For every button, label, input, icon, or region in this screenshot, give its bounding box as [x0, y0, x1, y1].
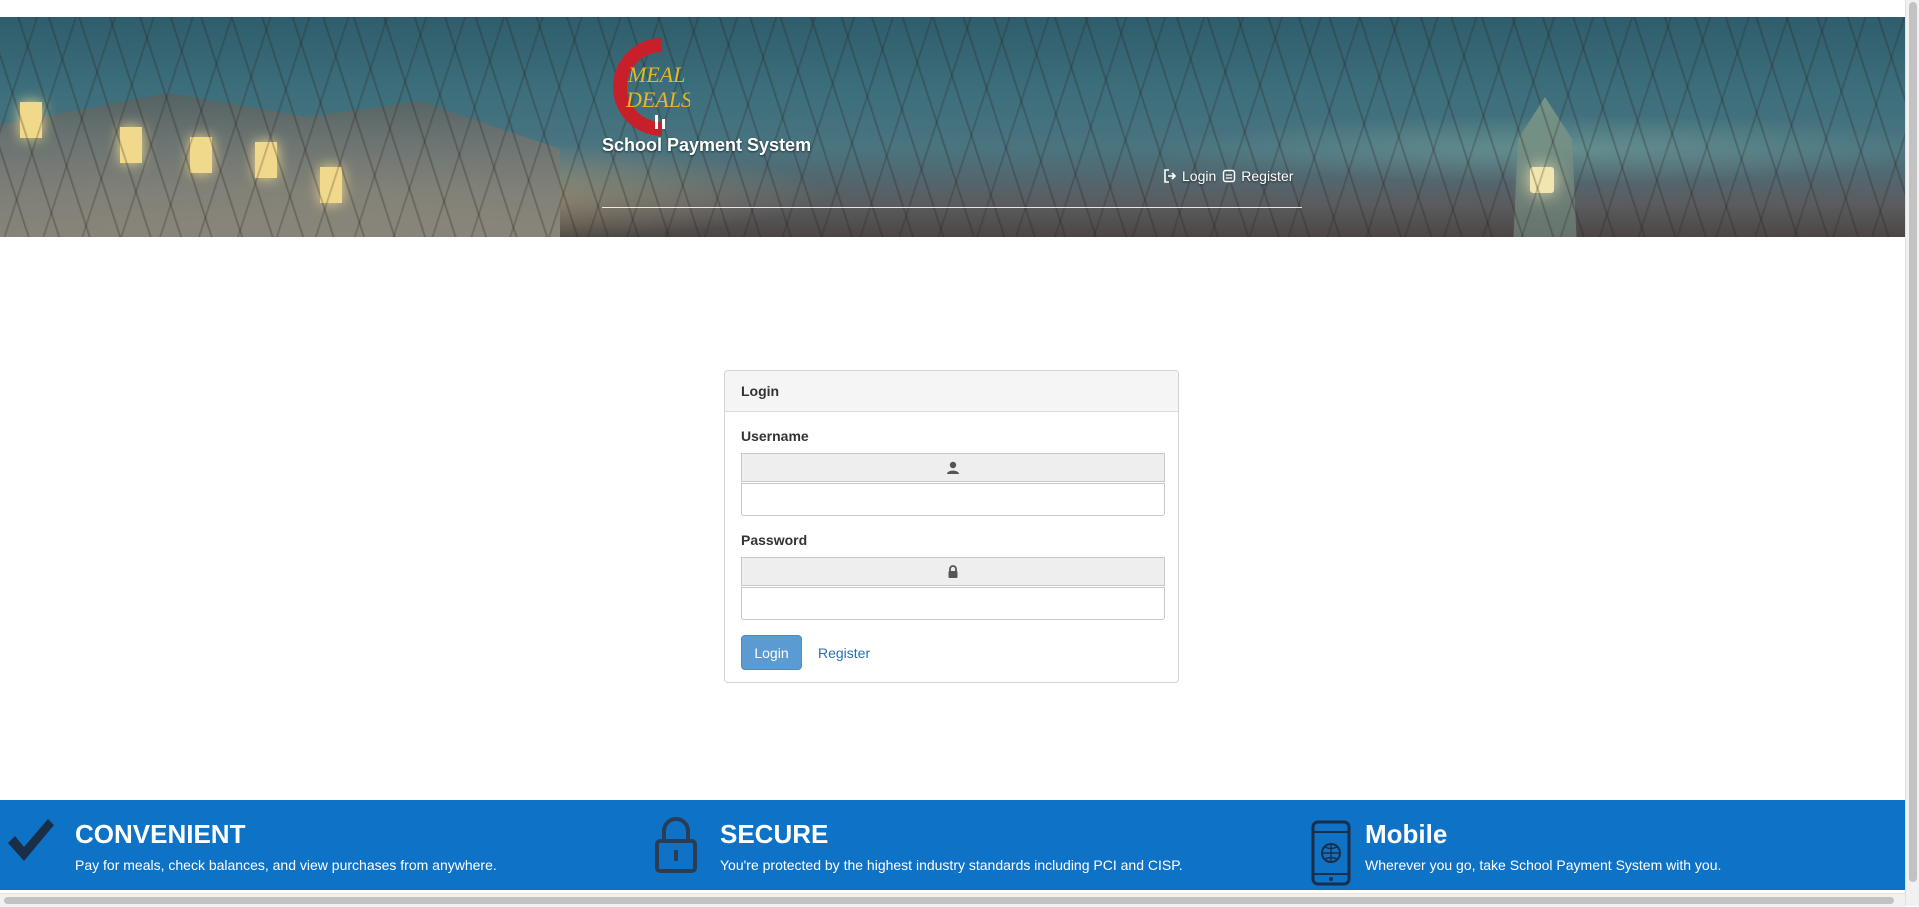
- vertical-scrollbar-thumb[interactable]: [1909, 2, 1917, 882]
- feature-desc: Pay for meals, check balances, and view …: [75, 857, 497, 873]
- feature-title: CONVENIENT: [75, 819, 246, 849]
- login-icon: [1164, 169, 1177, 183]
- password-addon: [741, 557, 1165, 586]
- padlock-icon: [655, 817, 697, 873]
- lock-icon: [948, 564, 958, 578]
- vertical-scrollbar[interactable]: [1905, 0, 1919, 906]
- feature-desc: You're protected by the highest industry…: [720, 857, 1183, 873]
- register-link[interactable]: Register: [818, 645, 870, 661]
- horizontal-scrollbar[interactable]: [0, 893, 1905, 907]
- feature-mobile: Mobile Wherever you go, take School Paym…: [1300, 800, 1905, 890]
- username-label: Username: [741, 428, 809, 444]
- meal-deals-logo[interactable]: MEAL DEALS: [600, 37, 690, 137]
- nav-login-link[interactable]: Login: [1163, 168, 1216, 184]
- banner-trees-texture: [0, 17, 1905, 237]
- user-icon: [947, 461, 959, 474]
- login-button[interactable]: Login: [741, 635, 802, 670]
- logo-text-deals: DEALS: [625, 87, 690, 112]
- login-panel: Login Username Password Login Register: [724, 370, 1179, 683]
- feature-title: SECURE: [720, 819, 829, 849]
- header-banner: MEAL DEALS School Payment System Login R…: [0, 17, 1905, 237]
- username-input[interactable]: [741, 483, 1165, 516]
- mobile-phone-icon: [1311, 820, 1351, 886]
- login-panel-heading: Login: [725, 371, 1178, 412]
- logo-text-meal: MEAL: [627, 62, 685, 87]
- header-nav: Login Register: [1163, 166, 1293, 186]
- username-addon: [741, 453, 1165, 482]
- features-band: CONVENIENT Pay for meals, check balances…: [0, 800, 1905, 890]
- site-title: School Payment System: [602, 135, 812, 155]
- nav-register-link[interactable]: Register: [1222, 168, 1293, 184]
- register-icon: [1223, 169, 1236, 183]
- nav-login-label: Login: [1182, 168, 1217, 184]
- password-label: Password: [741, 532, 808, 548]
- password-input[interactable]: [741, 587, 1165, 620]
- feature-title: Mobile: [1365, 819, 1448, 849]
- nav-register-label: Register: [1241, 168, 1294, 184]
- banner-divider: [602, 207, 1302, 208]
- feature-convenient: CONVENIENT Pay for meals, check balances…: [0, 800, 640, 890]
- feature-desc: Wherever you go, take School Payment Sys…: [1365, 857, 1722, 873]
- feature-secure: SECURE You're protected by the highest i…: [640, 800, 1300, 890]
- checkmark-icon: [8, 819, 54, 861]
- horizontal-scrollbar-thumb[interactable]: [4, 897, 1894, 904]
